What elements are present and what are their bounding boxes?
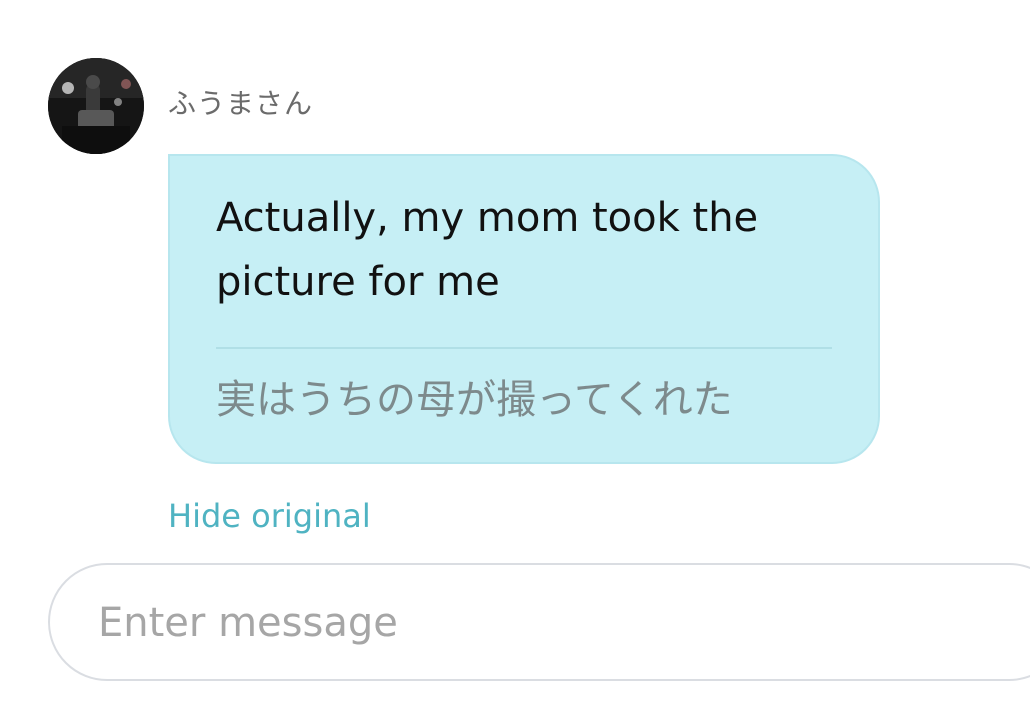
message-bubble[interactable]: Actually, my mom took the picture for me…	[168, 154, 880, 464]
original-message-text: 実はうちの母が撮ってくれた	[216, 377, 733, 423]
translation-divider	[216, 347, 832, 349]
hide-original-link[interactable]: Hide original	[168, 496, 371, 536]
sender-name: ふうまさん	[168, 87, 314, 120]
user-photo-avatar-icon	[48, 58, 144, 154]
translated-message-text: Actually, my mom took the picture for me	[216, 195, 759, 305]
message-input[interactable]	[98, 589, 978, 657]
message-composer[interactable]	[48, 563, 1030, 681]
sender-avatar[interactable]	[48, 58, 144, 154]
